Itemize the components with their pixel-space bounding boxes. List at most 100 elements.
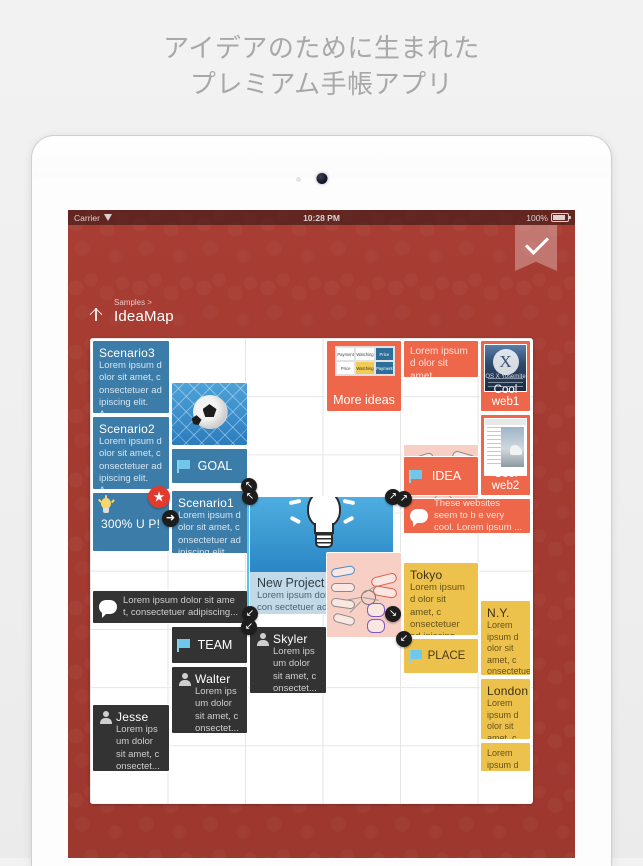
battery-percent-label: 100%: [526, 212, 548, 223]
comment-icon: [410, 509, 428, 527]
card-title: Scenario3: [99, 346, 155, 360]
flag-icon: [177, 459, 191, 473]
connector-arrow[interactable]: ➜: [162, 510, 179, 527]
person-icon: [178, 672, 191, 686]
card-more-ideas[interactable]: Payment Watching Price Price Watching Pa…: [326, 340, 402, 412]
idea-canvas[interactable]: Scenario3 Lorem ipsum d olor sit amet, c…: [90, 338, 533, 804]
breadcrumb-parent[interactable]: Samples >: [114, 298, 174, 307]
card-label: Cool web2: [491, 468, 520, 492]
battery-icon: [551, 213, 571, 222]
card-body: Lorem ips um dolor sit amet, c onsectet.…: [273, 646, 317, 694]
thumb-cell: Price: [374, 347, 394, 361]
card-team-comment[interactable]: Lorem ipsum dolor sit ame t, consectetue…: [92, 590, 248, 624]
card-idea[interactable]: IDEA: [403, 456, 479, 496]
card-yellow-note[interactable]: Lorem ipsum d olor sit amet, ...: [480, 742, 531, 772]
person-icon: [99, 710, 112, 724]
card-label: Cool web1: [491, 384, 520, 408]
headline-line-1: アイデアのために生まれた: [163, 33, 480, 63]
card-goal[interactable]: GOAL: [171, 448, 248, 484]
star-badge[interactable]: ★: [148, 486, 170, 508]
person-icon: [256, 632, 269, 646]
resize-handle-top-left[interactable]: ↖: [242, 489, 258, 505]
flag-icon: [409, 469, 423, 483]
card-body: Lorem ipsum d olor sit amet, c onsectetu…: [487, 620, 531, 676]
headline-line-2: プレミアム手帳アプリ: [189, 69, 454, 99]
card-label: IDEA: [431, 469, 462, 483]
card-title: Walter: [195, 672, 231, 686]
flag-icon: [409, 649, 423, 663]
status-bar-time: 10:28 PM: [303, 212, 340, 223]
star-icon: ★: [152, 488, 166, 505]
photo-soccer-ball[interactable]: [171, 382, 248, 446]
card-red-note[interactable]: Lorem ipsum d olor sit amet, ...: [403, 340, 479, 378]
thumb-image: [500, 427, 524, 467]
payment-grid-thumbnail: Payment Watching Price Price Watching Pa…: [335, 346, 395, 376]
card-scenario2[interactable]: Scenario2 Lorem ipsum d olor sit amet, c…: [92, 416, 170, 490]
card-title: Skyler: [273, 632, 308, 646]
thumb-cell: Price: [336, 361, 356, 375]
card-london[interactable]: London Lorem ipsum d olor sit amet, c on…: [480, 678, 531, 740]
soccer-ball-icon: [192, 395, 227, 430]
card-web-comment[interactable]: These websites seem to b e very cool. Lo…: [403, 498, 531, 534]
card-scenario1[interactable]: Scenario1 Lorem ipsum d olor sit amet, c…: [171, 490, 249, 554]
card-body: Lorem ipsum d olor sit amet, c onsectetu…: [99, 360, 162, 413]
card-title: Scenario1: [178, 496, 234, 510]
page-title: IdeaMap: [114, 308, 174, 325]
page-headline: アイデアのために生まれた プレミアム手帳アプリ: [0, 30, 643, 102]
comment-icon: [99, 600, 117, 618]
card-title: Tokyo: [410, 568, 443, 582]
card-scenario3[interactable]: Scenario3 Lorem ipsum d olor sit amet, c…: [92, 340, 170, 414]
front-camera-icon: [316, 173, 327, 184]
flag-icon: [177, 638, 191, 652]
card-cool-web2[interactable]: Cool web2: [480, 414, 531, 496]
resize-handle-bottom-left[interactable]: ↙: [396, 631, 412, 647]
thumb-sidebar: [487, 427, 501, 467]
card-walter[interactable]: Walter Lorem ips um dolor sit amet, c on…: [171, 666, 248, 734]
lightbulb-icon: [97, 495, 115, 516]
app-screen: Carrier 10:28 PM 100% Samples > IdeaMap …: [68, 210, 575, 858]
thumb-cell: Payment: [336, 347, 356, 361]
card-title: 300% U P!: [101, 517, 161, 531]
card-title: Jesse: [116, 710, 149, 724]
thumb-header: [485, 419, 526, 425]
card-jesse[interactable]: Jesse Lorem ips um dolor sit amet, c ons…: [92, 704, 170, 772]
breadcrumb: Samples > IdeaMap: [90, 298, 174, 325]
card-body: These websites seem to b e very cool. Lo…: [434, 498, 523, 533]
card-label: More ideas: [333, 393, 395, 407]
status-bar: Carrier 10:28 PM 100%: [68, 210, 575, 225]
card-cool-web1[interactable]: X OS X Yosemite Cool web1: [480, 340, 531, 412]
resize-handle-top-right[interactable]: ↗: [396, 491, 412, 507]
card-skyler[interactable]: Skyler Lorem ips um dolor sit amet, c on…: [249, 626, 327, 694]
card-body: Lorem ipsum d olor sit amet, c onsectetu…: [178, 510, 241, 554]
card-team[interactable]: TEAM: [171, 626, 248, 664]
card-label: TEAM: [197, 638, 233, 652]
card-place[interactable]: PLACE: [403, 638, 479, 674]
thumb-cell: Watching: [355, 361, 375, 375]
card-title: London: [487, 684, 529, 698]
selection-indicator: [247, 496, 249, 613]
resize-handle-bottom-left[interactable]: ↙: [241, 619, 257, 635]
card-label: GOAL: [197, 459, 233, 473]
card-body: Lorem ips um dolor sit amet, c onsectet.…: [195, 686, 239, 734]
card-body: Lorem ips um dolor sit amet, c onsectet.…: [116, 724, 160, 772]
card-body: Lorem ipsum d olor sit amet, c onsectetu…: [487, 698, 519, 740]
arrow-up-icon[interactable]: [90, 308, 103, 321]
card-title: N.Y.: [487, 606, 510, 620]
x-logo-icon: X: [492, 349, 519, 376]
card-title: Scenario2: [99, 422, 155, 436]
resize-handle-bottom-right[interactable]: ↘: [385, 606, 401, 622]
ambient-sensor-icon: [296, 177, 301, 182]
card-body: Lorem ipsum d olor sit amet, c onsectetu…: [99, 436, 162, 489]
card-body: Lorem ipsum d olor sit amet, ...: [487, 748, 519, 770]
card-mindmap-color[interactable]: [326, 552, 402, 638]
status-bar-right: 100%: [526, 212, 571, 223]
card-body: Lorem ipsum d olor sit amet, ...: [410, 346, 468, 378]
card-body: Lorem ipsum dolor sit ame t, consectetue…: [123, 595, 239, 618]
lightbulb-icon: [288, 497, 355, 552]
card-tokyo[interactable]: Tokyo Lorem ipsum d olor sit amet, c ons…: [403, 562, 479, 636]
card-ny[interactable]: N.Y. Lorem ipsum d olor sit amet, c onse…: [480, 600, 531, 676]
check-icon: [524, 230, 550, 256]
thumb-cell: Watching: [355, 347, 375, 361]
thumb-cell: Payment: [374, 361, 394, 375]
card-body: Lorem ipsum d olor sit amet, c onsectetu…: [410, 582, 465, 635]
